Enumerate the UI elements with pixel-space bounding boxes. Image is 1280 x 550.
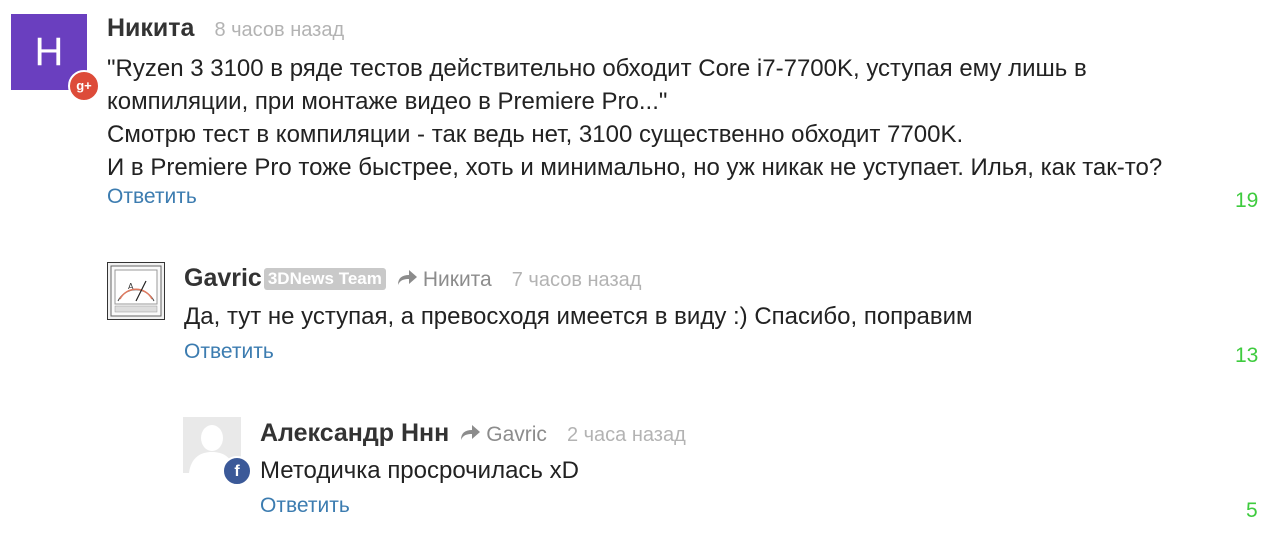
author-name[interactable]: Александр Ннн (260, 419, 449, 448)
avatar[interactable]: A (107, 262, 165, 320)
reply-to-name[interactable]: Никита (423, 268, 492, 292)
comment-line: Смотрю тест в компиляции - так ведь нет,… (107, 121, 964, 148)
default-user-icon (183, 417, 241, 473)
avatar[interactable] (183, 417, 241, 473)
reply-arrow-icon (459, 424, 481, 442)
comment-nikita: H g+ Никита 8 часов назад "Ryzen 3 3100 … (0, 0, 1280, 220)
svg-text:A: A (128, 282, 134, 291)
comment-text: Да, тут не уступая, а превосходя имеется… (184, 300, 973, 333)
comment-text: Методичка просрочилась xD (260, 454, 579, 487)
gauge-avatar-icon: A (110, 265, 162, 317)
comment-meta: Никита 8 часов назад (107, 14, 344, 43)
reply-button[interactable]: Ответить (260, 494, 350, 518)
reply-button[interactable]: Ответить (107, 185, 197, 209)
timestamp[interactable]: 8 часов назад (214, 19, 344, 42)
author-name[interactable]: Никита (107, 14, 194, 43)
comment-score: 13 (1235, 344, 1259, 367)
comment-line: Да, тут не уступая, а превосходя имеется… (184, 303, 973, 330)
comment-score: 19 (1235, 189, 1259, 212)
comment-meta: Gavric 3DNews Team Никита 7 часов назад (184, 264, 641, 293)
comment-line: компиляции, при монтаже видео в Premiere… (107, 88, 668, 115)
timestamp[interactable]: 2 часа назад (567, 424, 686, 447)
team-badge: 3DNews Team (263, 268, 386, 290)
comment-meta: Александр Ннн Gavric 2 часа назад (260, 419, 686, 448)
timestamp[interactable]: 7 часов назад (512, 269, 642, 292)
reply-to-name[interactable]: Gavric (486, 423, 547, 447)
comment-score: 5 (1246, 499, 1258, 522)
author-name[interactable]: Gavric (184, 264, 262, 293)
google-plus-icon: g+ (68, 70, 100, 102)
comment-line: "Ryzen 3 3100 в ряде тестов действительн… (107, 55, 1087, 82)
comment-line: И в Premiere Pro тоже быстрее, хоть и ми… (107, 154, 1163, 181)
comment-text: "Ryzen 3 3100 в ряде тестов действительн… (107, 52, 1162, 184)
reply-button[interactable]: Ответить (184, 340, 274, 364)
comment-line: Методичка просрочилась xD (260, 457, 579, 484)
reply-arrow-icon (396, 269, 418, 287)
